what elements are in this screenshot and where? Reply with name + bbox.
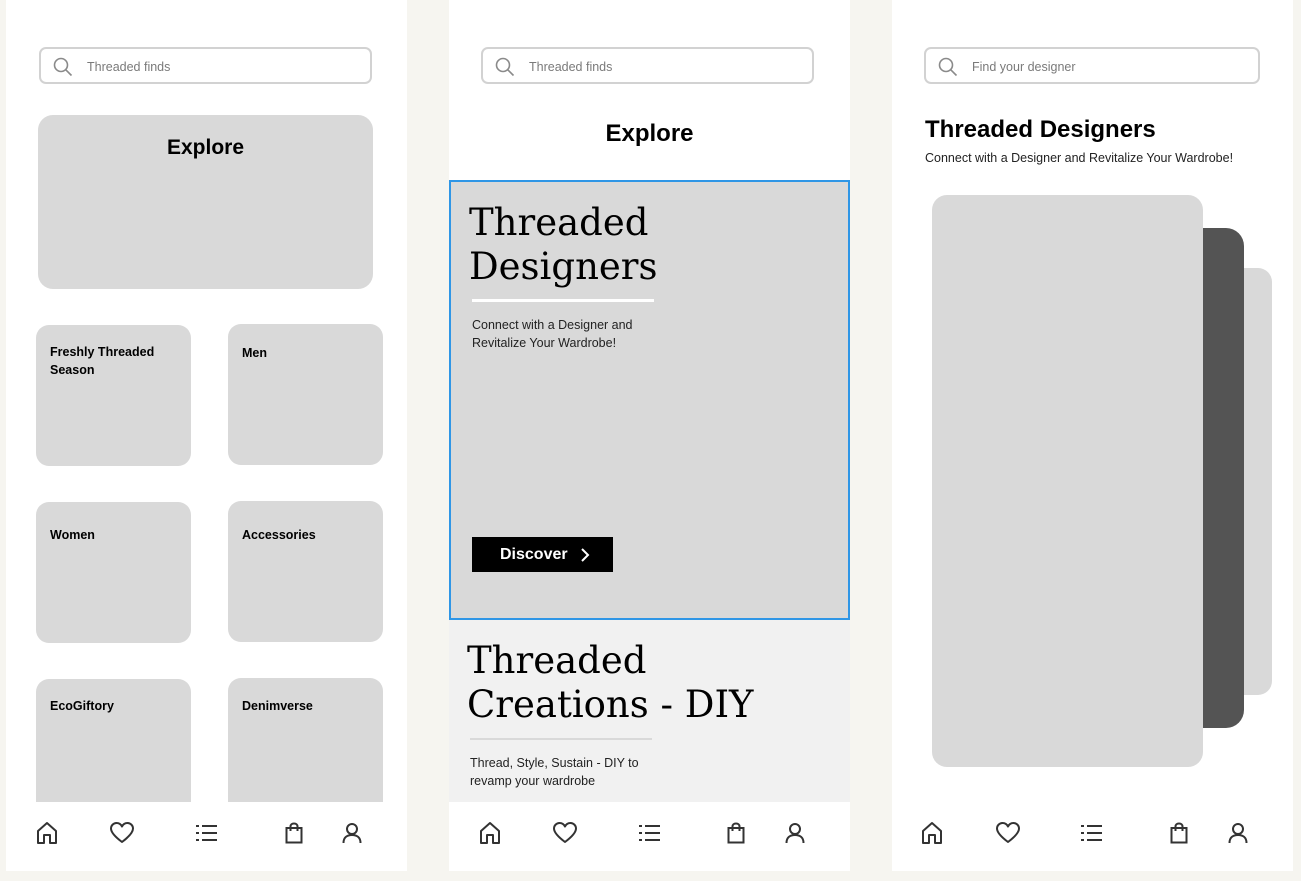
search-input[interactable]: Threaded finds: [481, 47, 814, 84]
heart-icon[interactable]: [552, 821, 578, 845]
search-placeholder: Threaded finds: [87, 60, 171, 74]
search-input[interactable]: Find your designer: [924, 47, 1260, 84]
search-icon: [495, 57, 515, 77]
chevron-right-icon: [581, 548, 590, 562]
home-icon[interactable]: [479, 821, 501, 845]
page-subtitle: Connect with a Designer and Revitalize Y…: [925, 151, 1234, 165]
discover-label: Discover: [500, 546, 568, 563]
shopping-bag-icon[interactable]: [1170, 822, 1188, 844]
category-label: Denimverse: [242, 699, 313, 713]
feature-heading-line2: Designers: [469, 245, 658, 288]
search-placeholder: Threaded finds: [529, 60, 613, 74]
page-title: Threaded Designers: [925, 116, 1156, 143]
user-icon[interactable]: [785, 822, 805, 844]
home-icon[interactable]: [36, 821, 58, 845]
category-tile-women[interactable]: Women: [36, 502, 191, 643]
explore-hero-title: Explore: [166, 136, 245, 159]
feature-heading-line1: Threaded: [467, 639, 647, 682]
feature-card-threaded-designers[interactable]: Threaded Designers Connect with a Design…: [449, 180, 850, 620]
search-input[interactable]: Threaded finds: [39, 47, 372, 84]
category-tile-denimverse[interactable]: Denimverse: [228, 678, 383, 819]
screen-explore-features: Threaded finds Explore Threaded Designer…: [449, 0, 850, 871]
category-tile-men[interactable]: Men: [228, 324, 383, 465]
heading-divider: [470, 738, 652, 740]
feature-subtitle-line2: Revitalize Your Wardrobe!: [472, 336, 617, 350]
category-label: Freshly Threaded Season: [50, 345, 155, 377]
feature-subtitle-line2: revamp your wardrobe: [470, 774, 596, 788]
bottom-nav: [892, 802, 1293, 871]
user-icon[interactable]: [1228, 822, 1248, 844]
feature-subtitle-line1: Connect with a Designer and: [472, 318, 633, 332]
bottom-nav: [6, 802, 407, 871]
designer-card-front[interactable]: [932, 195, 1203, 767]
category-tile-accessories[interactable]: Accessories: [228, 501, 383, 642]
search-placeholder: Find your designer: [972, 60, 1076, 74]
heart-icon[interactable]: [995, 821, 1021, 845]
heart-icon[interactable]: [109, 821, 135, 845]
search-icon: [53, 57, 73, 77]
feature-card-threaded-creations[interactable]: Threaded Creations - DIY Thread, Style, …: [449, 620, 850, 802]
category-label: Accessories: [242, 528, 316, 542]
home-icon[interactable]: [921, 821, 943, 845]
category-tile-ecogiftory[interactable]: EcoGiftory: [36, 679, 191, 820]
screen-explore-categories: Threaded finds Explore Freshly Threaded …: [6, 0, 407, 871]
explore-hero-card[interactable]: Explore: [38, 115, 373, 289]
list-icon[interactable]: [639, 824, 661, 842]
feature-subtitle-line1: Thread, Style, Sustain - DIY to: [470, 756, 639, 770]
list-icon[interactable]: [196, 824, 218, 842]
discover-button[interactable]: Discover: [472, 537, 613, 572]
feature-heading-line1: Threaded: [469, 201, 649, 244]
category-label: EcoGiftory: [50, 699, 114, 713]
page-title: Explore: [605, 120, 694, 147]
shopping-bag-icon[interactable]: [285, 822, 303, 844]
user-icon[interactable]: [342, 822, 362, 844]
bottom-nav: [449, 802, 850, 871]
list-icon[interactable]: [1081, 824, 1103, 842]
shopping-bag-icon[interactable]: [727, 822, 745, 844]
search-icon: [938, 57, 958, 77]
heading-divider: [472, 299, 654, 302]
category-tile-freshly-threaded[interactable]: Freshly Threaded Season: [36, 325, 191, 466]
screen-threaded-designers: Find your designer Threaded Designers Co…: [892, 0, 1293, 871]
category-label: Women: [50, 528, 95, 542]
feature-heading-line2: Creations - DIY: [467, 683, 754, 726]
category-label: Men: [242, 346, 267, 360]
